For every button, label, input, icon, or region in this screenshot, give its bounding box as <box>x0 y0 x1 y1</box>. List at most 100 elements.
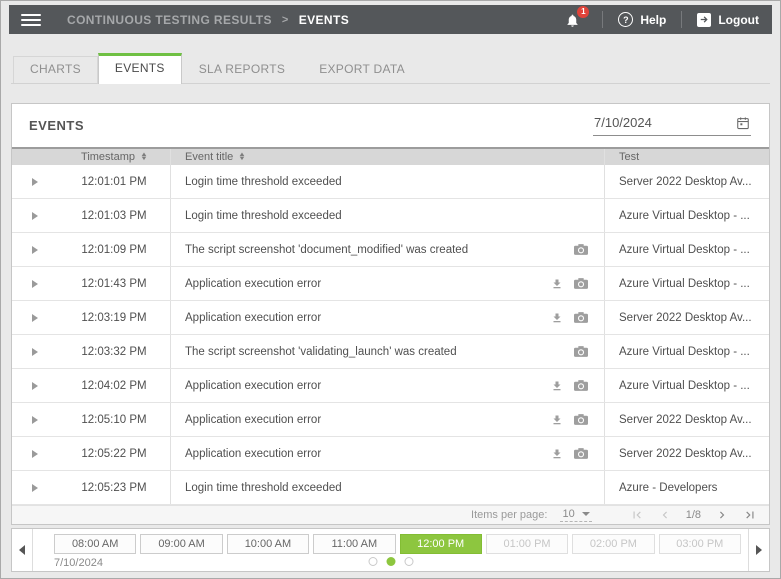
event-timestamp: 12:01:09 PM <box>58 244 170 256</box>
header-divider <box>602 11 603 28</box>
timeline-dot-3[interactable] <box>404 557 413 566</box>
table-header: Timestamp ▲▼ Event title ▲▼ Test <box>12 147 769 165</box>
time-slot-02-00-pm: 02:00 PM <box>572 534 654 554</box>
breadcrumb-separator: > <box>282 14 289 26</box>
time-slot-09-00-am[interactable]: 09:00 AM <box>140 534 222 554</box>
time-slot-08-00-am[interactable]: 08:00 AM <box>54 534 136 554</box>
breadcrumb-current: EVENTS <box>299 13 349 27</box>
event-title: Login time threshold exceeded <box>185 482 342 494</box>
table-footer: Items per page: 10 1/8 <box>12 505 769 524</box>
tab-sla-reports[interactable]: SLA REPORTS <box>182 56 302 83</box>
timeline-next-button[interactable] <box>748 529 769 571</box>
event-title-column-header[interactable]: Event title ▲▼ <box>170 149 605 165</box>
time-slot-12-00-pm[interactable]: 12:00 PM <box>400 534 482 554</box>
expand-row-icon[interactable] <box>32 416 38 424</box>
app-header: CONTINUOUS TESTING RESULTS > EVENTS 1 ? … <box>9 5 772 34</box>
table-row: 12:05:10 PMApplication execution errorSe… <box>12 403 769 437</box>
event-title: Login time threshold exceeded <box>185 210 342 222</box>
timeline-main: 08:00 AM09:00 AM10:00 AM11:00 AM12:00 PM… <box>33 529 748 571</box>
timestamp-column-header[interactable]: Timestamp ▲▼ <box>58 151 170 163</box>
expand-row-icon[interactable] <box>32 382 38 390</box>
event-title-column-label: Event title <box>185 151 233 163</box>
camera-icon[interactable] <box>574 414 588 425</box>
expand-row-icon[interactable] <box>32 484 38 492</box>
items-per-page-select[interactable]: 10 <box>560 508 591 522</box>
table-row: 12:01:01 PM Login time threshold exceeded… <box>12 165 769 199</box>
logout-label: Logout <box>718 13 759 27</box>
arrow-right-icon <box>756 545 762 555</box>
calendar-icon[interactable] <box>736 116 750 130</box>
items-per-page-value: 10 <box>562 508 574 520</box>
event-test: Server 2022 Desktop Av... <box>605 312 769 324</box>
help-button[interactable]: ? Help <box>618 12 666 27</box>
timeline-dot-1[interactable] <box>368 557 377 566</box>
event-timestamp: 12:05:10 PM <box>58 414 170 426</box>
table-row: 12:03:19 PMApplication execution errorSe… <box>12 301 769 335</box>
event-title: Application execution error <box>185 448 321 460</box>
test-column-label: Test <box>619 151 639 163</box>
table-body: 12:01:01 PM Login time threshold exceeded… <box>12 165 769 505</box>
event-title: Login time threshold exceeded <box>185 176 342 188</box>
sort-icon[interactable]: ▲▼ <box>239 153 245 161</box>
time-slot-10-00-am[interactable]: 10:00 AM <box>227 534 309 554</box>
time-slot-11-00-am[interactable]: 11:00 AM <box>313 534 395 554</box>
events-panel: EVENTS 7/10/2024 Timestamp ▲▼ Event titl… <box>11 103 770 525</box>
event-title: The script screenshot 'document_modified… <box>185 244 468 256</box>
sort-icon[interactable]: ▲▼ <box>141 153 147 161</box>
table-row: 12:03:32 PMThe script screenshot 'valida… <box>12 335 769 369</box>
logout-icon <box>697 13 711 27</box>
notification-badge: 1 <box>577 6 589 18</box>
table-row: 12:01:03 PM Login time threshold exceeded… <box>12 199 769 233</box>
table-row: 12:01:09 PM The script screenshot 'docume… <box>12 233 769 267</box>
help-icon: ? <box>618 12 633 27</box>
hamburger-menu-icon[interactable] <box>21 14 41 26</box>
expand-row-icon[interactable] <box>32 212 38 220</box>
table-row: 12:01:43 PMApplication execution errorAz… <box>12 267 769 301</box>
chevron-right-icon <box>715 508 729 522</box>
camera-icon[interactable] <box>574 346 588 357</box>
timeline-previous-button[interactable] <box>12 529 33 571</box>
download-icon[interactable] <box>551 414 563 426</box>
download-icon[interactable] <box>551 278 563 290</box>
event-test: Azure Virtual Desktop - ... <box>605 210 769 222</box>
breadcrumb-root[interactable]: CONTINUOUS TESTING RESULTS <box>67 13 272 27</box>
download-icon[interactable] <box>551 448 563 460</box>
event-test: Azure Virtual Desktop - ... <box>605 380 769 392</box>
event-test: Azure - Developers <box>605 482 769 494</box>
event-timestamp: 12:01:43 PM <box>58 278 170 290</box>
logout-button[interactable]: Logout <box>697 13 759 27</box>
last-page-button[interactable] <box>743 508 757 522</box>
expand-row-icon[interactable] <box>32 246 38 254</box>
expand-row-icon[interactable] <box>32 450 38 458</box>
event-timestamp: 12:05:23 PM <box>58 482 170 494</box>
camera-icon[interactable] <box>574 312 588 323</box>
download-icon[interactable] <box>551 312 563 324</box>
next-page-button[interactable] <box>715 508 729 522</box>
previous-page-button[interactable] <box>658 508 672 522</box>
notifications-button[interactable]: 1 <box>565 10 587 30</box>
tab-charts[interactable]: CHARTS <box>13 56 98 83</box>
expand-row-icon[interactable] <box>32 348 38 356</box>
items-per-page-label: Items per page: <box>471 509 547 521</box>
event-test: Azure Virtual Desktop - ... <box>605 346 769 358</box>
camera-icon[interactable] <box>574 380 588 391</box>
expand-row-icon[interactable] <box>32 280 38 288</box>
date-picker-field[interactable]: 7/10/2024 <box>593 115 751 136</box>
tab-export-data[interactable]: EXPORT DATA <box>302 56 422 83</box>
tabs: CHARTSEVENTSSLA REPORTSEXPORT DATA <box>11 53 770 84</box>
event-timestamp: 12:01:03 PM <box>58 210 170 222</box>
camera-icon[interactable] <box>574 448 588 459</box>
expand-row-icon[interactable] <box>32 178 38 186</box>
timeline-bar: 08:00 AM09:00 AM10:00 AM11:00 AM12:00 PM… <box>11 528 770 572</box>
tab-events[interactable]: EVENTS <box>98 53 182 84</box>
header-actions: 1 ? Help Logout <box>565 10 759 30</box>
expand-row-icon[interactable] <box>32 314 38 322</box>
first-page-button[interactable] <box>630 508 644 522</box>
breadcrumb: CONTINUOUS TESTING RESULTS > EVENTS <box>67 13 349 27</box>
timeline-dot-2[interactable] <box>386 557 395 566</box>
event-timestamp: 12:03:32 PM <box>58 346 170 358</box>
event-timestamp: 12:01:01 PM <box>58 176 170 188</box>
camera-icon[interactable] <box>574 244 588 255</box>
camera-icon[interactable] <box>574 278 588 289</box>
download-icon[interactable] <box>551 380 563 392</box>
